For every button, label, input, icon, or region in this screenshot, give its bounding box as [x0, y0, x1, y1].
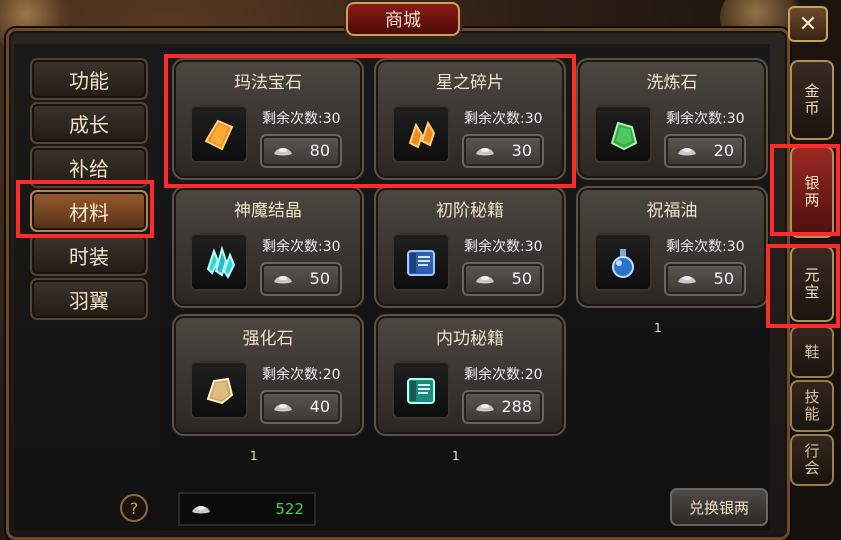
remaining-count: 剩余次数:30	[464, 239, 543, 255]
cyan-crystal-icon	[206, 245, 236, 279]
silver-ingot-icon	[274, 276, 292, 284]
remaining-count: 剩余次数:20	[262, 367, 341, 383]
item-slot: 1	[392, 361, 460, 463]
price-value: 50	[511, 269, 532, 288]
buy-price-button[interactable]: 30	[462, 134, 544, 168]
remaining-count: 剩余次数:30	[262, 111, 341, 127]
remaining-count: 剩余次数:30	[464, 111, 543, 127]
remaining-count: 剩余次数:20	[464, 367, 543, 383]
category-sidebar: 功能 成长 补给 材料 时装 羽翼	[14, 44, 162, 530]
shop-item-card[interactable]: 内功秘籍 1 剩余次数:20 288	[374, 314, 566, 463]
orange-shard-icon	[408, 120, 436, 149]
tab-skill-partial[interactable]: 技能	[790, 380, 834, 432]
green-stone-icon	[610, 121, 638, 151]
items-grid: 玛法宝石 1 剩余次数:30 80 星之碎片 1 剩余次数:30	[160, 44, 770, 530]
blue-book-icon	[407, 250, 435, 276]
item-slot: 1	[594, 233, 662, 335]
price-value: 50	[713, 269, 734, 288]
silver-ingot-icon	[678, 148, 696, 156]
item-slot: 1	[594, 105, 662, 207]
shop-item-card[interactable]: 强化石 1 剩余次数:20 40	[172, 314, 364, 463]
help-button[interactable]: ?	[120, 494, 148, 522]
item-name: 洗炼石	[646, 73, 698, 93]
buy-price-button[interactable]: 50	[664, 262, 746, 296]
category-function[interactable]: 功能	[30, 58, 148, 100]
item-quantity: 1	[654, 321, 662, 335]
item-slot: 1	[392, 233, 460, 335]
shop-item-card[interactable]: 初阶秘籍 1 剩余次数:30 50	[374, 186, 566, 335]
shop-item-card[interactable]: 洗炼石 1 剩余次数:30 20	[576, 58, 768, 207]
silver-ingot-icon	[476, 148, 494, 156]
exchange-silver-button[interactable]: 兑换银两	[670, 488, 768, 526]
category-fashion[interactable]: 时装	[30, 234, 148, 276]
price-value: 80	[309, 141, 330, 160]
price-value: 50	[309, 269, 330, 288]
item-quantity: 1	[250, 449, 258, 463]
orange-gem-icon	[204, 119, 234, 151]
category-supply[interactable]: 补给	[30, 146, 148, 188]
item-slot: 1	[190, 105, 258, 207]
category-materials[interactable]: 材料	[30, 190, 148, 232]
silver-ingot-icon	[476, 404, 494, 412]
remaining-count: 剩余次数:30	[666, 111, 745, 127]
price-value: 30	[511, 141, 532, 160]
item-slot: 1	[190, 361, 258, 463]
item-name: 神魔结晶	[234, 201, 302, 221]
item-name: 祝福油	[646, 201, 698, 221]
shop-item-card[interactable]: 星之碎片 1 剩余次数:30 30	[374, 58, 566, 207]
silver-ingot-icon	[192, 506, 210, 514]
silver-ingot-icon	[678, 276, 696, 284]
category-wings[interactable]: 羽翼	[30, 278, 148, 320]
buy-price-button[interactable]: 50	[260, 262, 342, 296]
close-button[interactable]: ✕	[788, 6, 828, 42]
item-quantity: 1	[452, 449, 460, 463]
silver-ingot-icon	[274, 404, 292, 412]
price-value: 40	[309, 397, 330, 416]
shop-item-card[interactable]: 神魔结晶 1 剩余次数:30 50	[172, 186, 364, 335]
balance-value: 522	[275, 500, 304, 518]
window-title: 商城	[346, 2, 460, 36]
tab-silver[interactable]: 银两	[790, 146, 834, 238]
price-value: 20	[713, 141, 734, 160]
buy-price-button[interactable]: 50	[462, 262, 544, 296]
remaining-count: 剩余次数:30	[666, 239, 745, 255]
category-growth[interactable]: 成长	[30, 102, 148, 144]
item-name: 强化石	[242, 329, 294, 349]
tab-gold[interactable]: 金币	[790, 60, 834, 140]
teal-book-icon	[407, 378, 435, 404]
tab-yuanbao[interactable]: 元宝	[790, 246, 834, 322]
item-name: 初阶秘籍	[436, 201, 504, 221]
item-name: 玛法宝石	[234, 73, 302, 93]
silver-balance: 522	[178, 492, 316, 526]
item-slot: 1	[190, 233, 258, 335]
silver-ingot-icon	[476, 276, 494, 284]
remaining-count: 剩余次数:30	[262, 239, 341, 255]
item-name: 内功秘籍	[436, 329, 504, 349]
shop-item-card[interactable]: 玛法宝石 1 剩余次数:30 80	[172, 58, 364, 207]
item-name: 星之碎片	[436, 73, 504, 93]
tab-shoes-partial[interactable]: 鞋	[790, 326, 834, 378]
item-slot: 1	[392, 105, 460, 207]
price-value: 288	[501, 397, 532, 416]
tab-guild-partial[interactable]: 行会	[790, 434, 834, 486]
gold-stone-icon	[206, 377, 234, 405]
buy-price-button[interactable]: 40	[260, 390, 342, 424]
blessing-oil-icon	[612, 249, 634, 278]
buy-price-button[interactable]: 20	[664, 134, 746, 168]
buy-price-button[interactable]: 288	[462, 390, 544, 424]
shop-item-card[interactable]: 祝福油 1 剩余次数:30 50	[576, 186, 768, 335]
silver-ingot-icon	[274, 148, 292, 156]
buy-price-button[interactable]: 80	[260, 134, 342, 168]
